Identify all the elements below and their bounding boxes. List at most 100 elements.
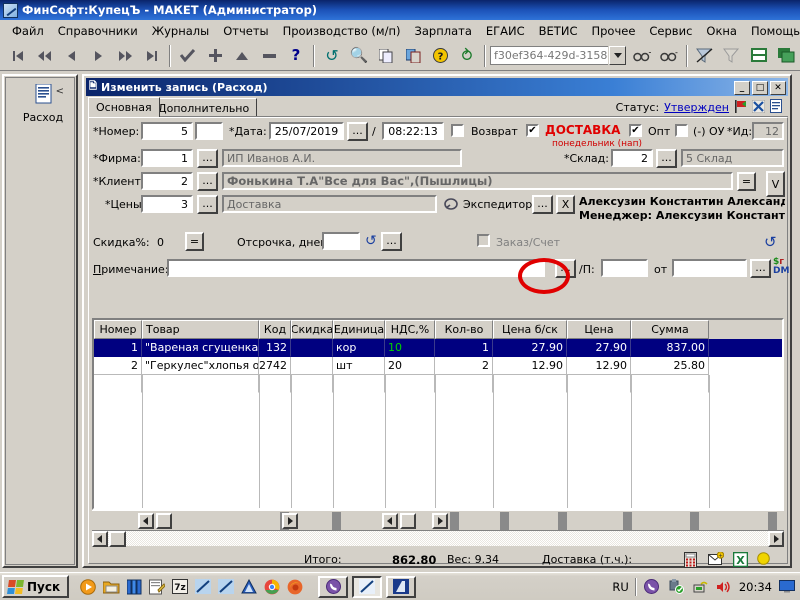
minimize-button[interactable]: _ bbox=[734, 81, 750, 95]
firma-lookup-button[interactable]: ... bbox=[197, 149, 218, 168]
menu-item-journals[interactable]: Журналы bbox=[145, 22, 217, 40]
opt-checkbox[interactable] bbox=[629, 124, 642, 137]
tile-windows-icon[interactable] bbox=[746, 44, 772, 68]
copy-icon[interactable] bbox=[373, 44, 399, 68]
grid-col-edinica[interactable]: Единица bbox=[333, 320, 385, 339]
sidebar-item-rashod[interactable]: Расход bbox=[14, 83, 72, 124]
filter-off-icon[interactable] bbox=[692, 44, 718, 68]
maximize-button[interactable]: □ bbox=[752, 81, 768, 95]
excel-icon[interactable]: X bbox=[732, 551, 749, 572]
grid-horizontal-scrollbar[interactable] bbox=[92, 530, 784, 547]
grid-col-skidka[interactable]: Скидка bbox=[291, 320, 333, 339]
client-input[interactable]: 2 bbox=[141, 172, 193, 190]
x-mark-icon[interactable] bbox=[751, 99, 766, 115]
grid-col-tovar[interactable]: Товар bbox=[142, 320, 259, 339]
post-check-icon[interactable] bbox=[175, 44, 201, 68]
dostavka-checkbox[interactable] bbox=[526, 124, 539, 137]
expeditor-lookup-button[interactable]: ... bbox=[532, 195, 553, 214]
next-page-icon[interactable] bbox=[112, 44, 138, 68]
close-button[interactable]: ✕ bbox=[770, 81, 786, 95]
split-handle-right[interactable] bbox=[400, 513, 416, 529]
firefox-icon[interactable] bbox=[286, 578, 304, 596]
grid-col-summa[interactable]: Сумма bbox=[631, 320, 709, 339]
circle-icon[interactable] bbox=[757, 552, 770, 570]
last-record-icon[interactable] bbox=[139, 44, 165, 68]
skidka-equals-button[interactable]: = bbox=[185, 232, 204, 251]
menu-item-directories[interactable]: Справочники bbox=[51, 22, 145, 40]
start-button[interactable]: Пуск bbox=[2, 575, 70, 598]
ceny-input[interactable]: 3 bbox=[141, 195, 193, 213]
split-marker[interactable] bbox=[690, 512, 699, 530]
help-circle-icon[interactable]: ? bbox=[427, 44, 453, 68]
refresh-icon[interactable]: ↺ bbox=[319, 44, 345, 68]
scroll-left-button[interactable] bbox=[92, 531, 108, 547]
chevron-down-icon[interactable] bbox=[609, 46, 626, 65]
ot-input[interactable] bbox=[672, 259, 747, 277]
menu-item-egais[interactable]: ЕГАИС bbox=[479, 22, 532, 40]
first-record-icon[interactable] bbox=[4, 44, 30, 68]
document-icon[interactable] bbox=[770, 99, 782, 115]
split-left-button[interactable] bbox=[138, 513, 154, 529]
edit-up-icon[interactable] bbox=[229, 44, 255, 68]
nomer-input[interactable]: 5 bbox=[141, 122, 193, 140]
np-input[interactable] bbox=[601, 259, 648, 277]
split-marker[interactable] bbox=[450, 512, 459, 530]
prev-record-icon[interactable] bbox=[58, 44, 84, 68]
menu-item-service[interactable]: Сервис bbox=[642, 22, 699, 40]
grid-col-cena-bsk[interactable]: Цена б/ск bbox=[493, 320, 567, 339]
menu-item-other[interactable]: Прочее bbox=[584, 22, 642, 40]
client-lookup-button[interactable]: ... bbox=[197, 172, 218, 191]
expeditor-clear-button[interactable]: X bbox=[556, 195, 575, 214]
redo-arrow-icon[interactable]: ⥁ bbox=[454, 44, 480, 68]
split-right-button-2[interactable] bbox=[432, 513, 448, 529]
viber-icon[interactable] bbox=[643, 578, 661, 596]
ceny-lookup-button[interactable]: ... bbox=[197, 195, 218, 214]
grid-col-nomer[interactable]: Номер bbox=[94, 320, 142, 339]
split-handle-left[interactable] bbox=[156, 513, 172, 529]
help-question-icon[interactable]: ? bbox=[283, 44, 309, 68]
ou-checkbox[interactable] bbox=[675, 124, 688, 137]
sklad-lookup-button[interactable]: ... bbox=[656, 149, 677, 168]
currency-icon[interactable]: $г DM bbox=[773, 258, 789, 276]
split-left-button-2[interactable] bbox=[382, 513, 398, 529]
nomer-extra-input[interactable] bbox=[195, 122, 223, 140]
menu-item-file[interactable]: Файл bbox=[5, 22, 51, 40]
time-input[interactable]: 08:22:13 bbox=[382, 122, 444, 140]
grid-col-kod[interactable]: Код bbox=[259, 320, 291, 339]
7zip-icon[interactable]: 7z bbox=[171, 578, 189, 596]
split-right-button[interactable] bbox=[282, 513, 298, 529]
menu-item-production[interactable]: Производство (м/п) bbox=[276, 22, 408, 40]
tab-osnovnaya[interactable]: Основная bbox=[88, 97, 160, 117]
network-icon[interactable] bbox=[691, 578, 709, 596]
primechanie-input[interactable] bbox=[167, 259, 545, 277]
calculator-icon[interactable] bbox=[684, 552, 697, 573]
search-input[interactable]: f30ef364-429d-3158- bbox=[490, 46, 608, 65]
table-row[interactable]: 2 "Геркулес"хлопья овсяные 40 222742 шт … bbox=[94, 357, 782, 375]
menu-item-vetis[interactable]: ВЕТИС bbox=[532, 22, 585, 40]
scroll-right-button[interactable] bbox=[768, 531, 784, 547]
mail-icon[interactable]: + bbox=[708, 551, 725, 571]
show-desktop-icon[interactable] bbox=[778, 578, 796, 596]
usb-icon[interactable] bbox=[667, 578, 685, 596]
otsrochka-input[interactable] bbox=[322, 232, 360, 250]
split-marker[interactable] bbox=[768, 512, 777, 530]
items-grid[interactable]: Номер Товар Код Скидка Единица НДС,% Кол… bbox=[92, 318, 784, 510]
notepad-icon[interactable] bbox=[148, 578, 166, 596]
tab-dopolnitelno[interactable]: Дополнительно bbox=[150, 98, 258, 117]
otsrochka-refresh-icon[interactable]: ↺ bbox=[365, 233, 377, 249]
vozvrat-checkbox[interactable] bbox=[451, 124, 464, 137]
grid-col-kolvo[interactable]: Кол-во bbox=[435, 320, 493, 339]
primechanie-dots-button[interactable]: ... bbox=[555, 259, 576, 278]
explorer-icon[interactable] bbox=[102, 578, 120, 596]
language-indicator[interactable]: RU bbox=[612, 580, 628, 594]
flag-icon[interactable] bbox=[734, 99, 747, 115]
split-marker[interactable] bbox=[332, 512, 341, 530]
taskbar-task-viber[interactable] bbox=[318, 575, 349, 598]
scroll-thumb[interactable] bbox=[109, 531, 126, 547]
kupets-icon[interactable] bbox=[217, 578, 235, 596]
date-picker-button[interactable]: ... bbox=[347, 122, 368, 141]
status-badge[interactable]: Утвержден bbox=[664, 101, 729, 114]
menu-item-reports[interactable]: Отчеты bbox=[216, 22, 275, 40]
volume-icon[interactable] bbox=[715, 578, 733, 596]
books-icon[interactable] bbox=[125, 578, 143, 596]
